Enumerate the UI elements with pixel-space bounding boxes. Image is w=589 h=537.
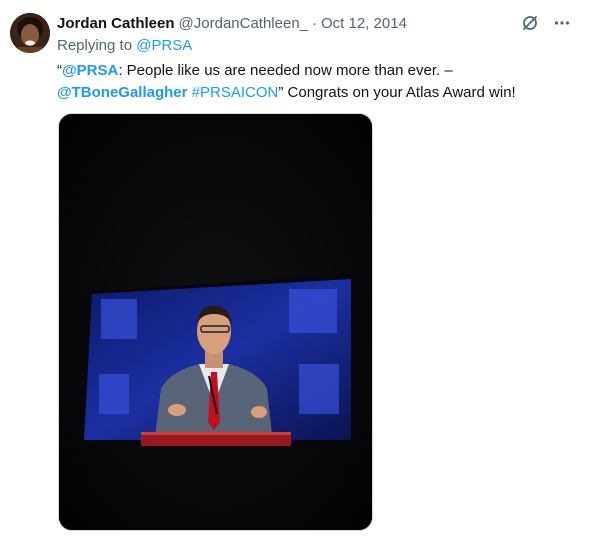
hashtag-prsaicon[interactable]: #PRSAICON [192,84,279,101]
avatar[interactable] [10,13,50,53]
mention-tbonegallagher[interactable]: @TBoneGallagher [57,84,187,101]
tweet-text-part2: ” Congrats on your Atlas Award win! [278,84,516,101]
replying-to: Replying to @PRSA [57,37,192,54]
tweet-date[interactable]: Oct 12, 2014 [321,15,407,32]
more-icon[interactable] [551,12,573,34]
separator-dot: · [312,14,318,32]
avatar-image [10,13,50,53]
mention-prsa[interactable]: @PRSA [62,62,118,79]
tweet-header: Jordan Cathleen @JordanCathleen_ · Oct 1… [57,13,407,33]
author-handle[interactable]: @JordanCathleen_ [179,15,308,32]
grok-icon[interactable] [519,12,541,34]
replying-to-label: Replying to [57,37,137,54]
tweet-text-part1: : People like us are needed now more tha… [118,62,453,79]
tweet-photo[interactable] [58,113,373,531]
author-name[interactable]: Jordan Cathleen [57,15,175,32]
tweet: Jordan Cathleen @JordanCathleen_ · Oct 1… [0,0,589,537]
speaker-photo [59,114,372,530]
tweet-text: “@PRSA: People like us are needed now mo… [57,60,577,104]
replying-to-handle[interactable]: @PRSA [136,37,192,54]
tweet-actions [519,12,573,34]
